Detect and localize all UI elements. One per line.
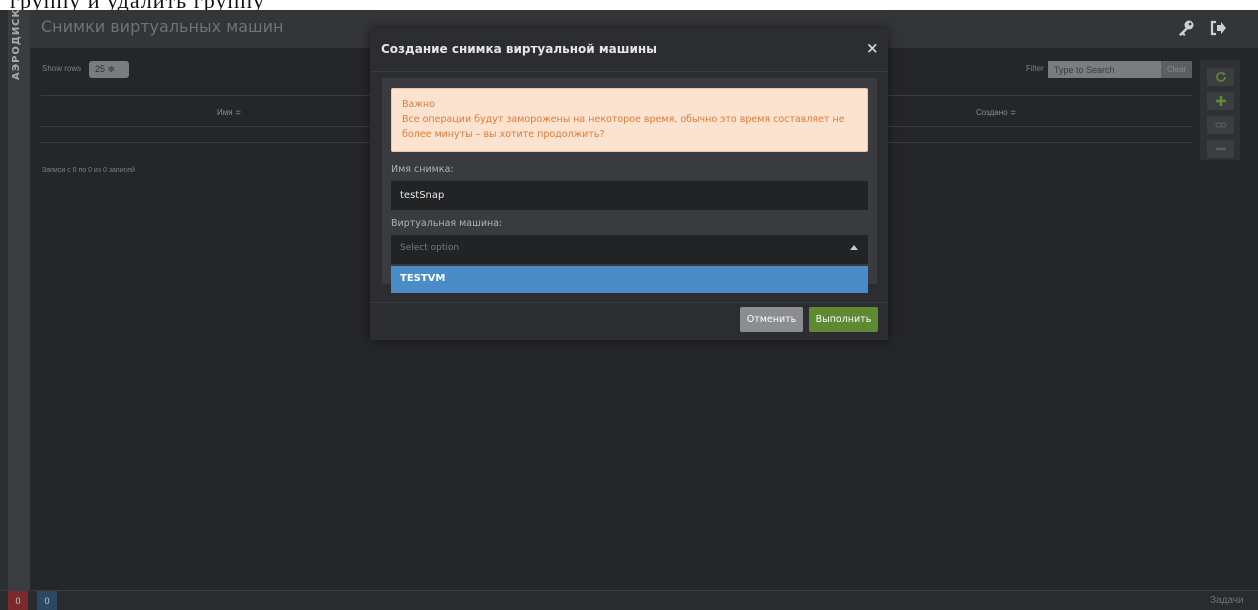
filter-search-input[interactable]	[1048, 61, 1161, 78]
clear-filter-button[interactable]: Clear	[1161, 61, 1192, 78]
vm-option-testvm[interactable]: TESTVM	[391, 266, 868, 293]
cropped-caption: группу и удалить группу	[0, 0, 1258, 10]
snapshot-name-label: Имя снимка:	[391, 164, 454, 175]
warning-alert: Важно Все операции будут заморожены на н…	[391, 88, 868, 152]
vm-select-placeholder: Select option	[400, 243, 460, 253]
page-title: Снимки виртуальных машин	[41, 17, 284, 36]
brand-logo: АЭРОДИСК	[11, 10, 22, 80]
column-header-name[interactable]: Имя ≑	[217, 108, 242, 117]
dialog-header: Создание снимка виртуальной машины ×	[370, 28, 888, 72]
cropped-caption-text: группу и удалить группу	[10, 0, 265, 10]
refresh-button[interactable]	[1207, 68, 1234, 86]
dialog-footer-divider	[370, 302, 888, 303]
link-icon	[1214, 122, 1227, 128]
caret-up-icon	[850, 245, 858, 250]
snapshot-name-input[interactable]	[391, 181, 868, 210]
left-strip	[0, 10, 8, 590]
refresh-icon	[1215, 72, 1226, 82]
vm-select[interactable]: Select option	[391, 235, 868, 264]
add-snapshot-button[interactable]	[1207, 92, 1234, 110]
rows-per-page-select[interactable]: 25 ≑	[89, 61, 129, 78]
error-count-badge[interactable]: 0	[8, 591, 28, 610]
link-button[interactable]	[1207, 116, 1234, 134]
close-icon[interactable]: ×	[866, 39, 879, 57]
alert-title: Важно	[402, 99, 435, 110]
tasks-link[interactable]: Задачи	[1210, 595, 1244, 606]
column-header-created[interactable]: Создано ≑	[976, 108, 1017, 117]
info-count-badge[interactable]: 0	[37, 591, 57, 610]
dialog-body: Важно Все операции будут заморожены на н…	[382, 78, 877, 284]
filter-label: Filter	[1026, 64, 1044, 73]
execute-button[interactable]: Выполнить	[809, 307, 878, 332]
dialog-title: Создание снимка виртуальной машины	[381, 42, 658, 56]
brand-sidebar: АЭРОДИСК	[8, 10, 30, 590]
remove-snapshot-button[interactable]	[1207, 140, 1234, 158]
cancel-button[interactable]: Отменить	[740, 307, 803, 332]
plus-icon	[1215, 96, 1226, 106]
status-bar: 0 0 Задачи	[0, 590, 1258, 610]
vm-label: Виртуальная машина:	[391, 218, 503, 229]
show-rows-label: Show rows	[42, 64, 82, 73]
side-action-panel	[1200, 60, 1240, 160]
create-snapshot-dialog: Создание снимка виртуальной машины × Важ…	[370, 28, 888, 340]
minus-icon	[1215, 147, 1226, 151]
alert-text: Все операции будут заморожены на некотор…	[402, 114, 845, 140]
sign-out-icon[interactable]	[1209, 19, 1227, 37]
key-icon[interactable]	[1177, 19, 1195, 37]
app-window: АЭРОДИСК Снимки виртуальных машин Show r…	[0, 10, 1258, 610]
records-count: Записи с 0 по 0 из 0 записей	[42, 167, 135, 174]
